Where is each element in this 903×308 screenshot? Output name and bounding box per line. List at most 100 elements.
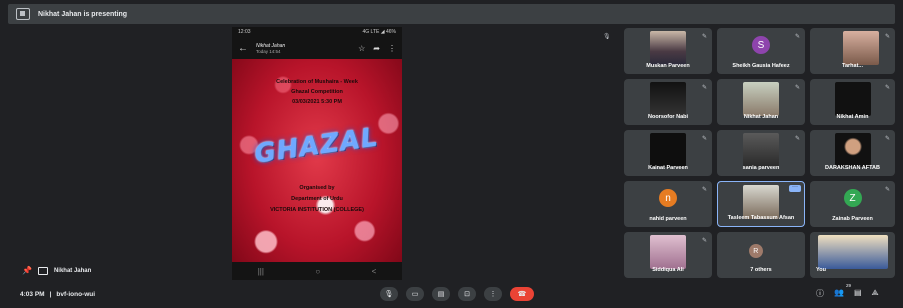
participant-tile[interactable]: ✎ DARAKSHAN AFTAB — [810, 130, 895, 176]
present-button[interactable]: ⊡ — [458, 287, 476, 301]
participant-name: Zainab Parveen — [832, 216, 873, 222]
poster-line-6: VICTORIA INSTITUTION (COLLEGE) — [270, 207, 364, 213]
participant-video — [743, 82, 779, 116]
meeting-code[interactable]: bvf-iono-wui — [56, 291, 95, 298]
mic-off-icon: ✎ — [794, 136, 800, 142]
recent-apps-icon: ||| — [257, 266, 264, 276]
participant-video — [834, 82, 871, 116]
mic-off-icon: ✎ — [701, 34, 707, 40]
side-panel-buttons: ⓘ 👥 ▤ ⟁ — [816, 288, 879, 299]
participant-tile[interactable]: ✎ sania parveen — [717, 130, 805, 176]
participant-name: Sheikh Gausia Hafeez — [732, 63, 790, 69]
mic-off-icon: ✎ — [884, 85, 890, 91]
participant-tile[interactable]: ✎ Kainat Parveen — [624, 130, 712, 176]
meet-window: Nikhat Jahan is presenting 12:03 4G LTE … — [0, 0, 903, 308]
camera-button[interactable]: ▭ — [406, 287, 424, 301]
chat-icon[interactable]: ▤ — [854, 288, 862, 299]
mic-icon: 🎙 — [384, 291, 394, 298]
participant-tile[interactable]: n ✎ nahid parveen — [624, 181, 712, 227]
participant-video — [743, 133, 779, 167]
mic-off-icon: ✎ — [884, 187, 890, 193]
participant-video — [650, 31, 686, 65]
mic-off-icon: ✎ — [701, 238, 707, 244]
participant-name: Muskan Parveen — [646, 63, 690, 69]
participant-name: Nikhat Amin — [836, 114, 869, 120]
info-icon[interactable]: ⓘ — [816, 288, 824, 299]
pin-icon[interactable]: 📌 — [22, 266, 32, 275]
people-icon[interactable]: 👥 — [834, 288, 844, 299]
camera-icon: ▭ — [411, 291, 419, 298]
poster-line-4: Organised by — [299, 185, 335, 191]
presenter-label: 📌 Nikhat Jahan — [22, 266, 91, 275]
more-options-icon[interactable]: ··· — [789, 184, 801, 192]
activities-icon[interactable]: ⟁ — [872, 288, 879, 299]
separator: | — [49, 291, 52, 298]
participant-tile[interactable]: ✎ Tarhat... — [810, 28, 895, 74]
others-tile[interactable]: R 7 others — [717, 232, 805, 278]
status-right: 4G LTE ◢ 46% — [362, 29, 397, 35]
mic-off-icon: ✎ — [701, 85, 707, 91]
poster-line-2: Ghazal Competition — [291, 89, 343, 95]
sender-date: Today 14:54 — [256, 48, 281, 54]
phone-nav-bar: ||| ○ < — [232, 262, 402, 280]
others-count: 7 others — [750, 267, 772, 273]
leave-call-button[interactable]: ☎ — [510, 287, 534, 301]
avatar: n — [659, 189, 677, 207]
presenting-text: Nikhat Jahan is presenting — [38, 10, 128, 18]
captions-icon: ▤ — [437, 291, 445, 298]
star-icon: ☆ — [358, 43, 366, 53]
poster-title: GHAZAL — [252, 122, 381, 170]
mic-off-icon: ✎ — [794, 34, 800, 40]
phone-app-bar: ← Nikhat Jahan Today 14:54 ☆ ➦ ⋮ — [232, 37, 402, 59]
participant-name: Tarhat... — [842, 63, 863, 69]
participant-name: You — [816, 267, 826, 273]
participant-tile[interactable]: ✎ Siddiqua Ali — [624, 232, 712, 278]
poster-line-1: Celebration of Mushaira - Week — [276, 79, 358, 85]
meeting-time: 4:03 PM — [20, 291, 45, 298]
mic-off-icon: 🎙 — [603, 34, 611, 40]
participant-video — [834, 133, 871, 167]
present-screen-icon — [16, 8, 30, 20]
screen-share-icon — [37, 266, 48, 275]
participant-video — [650, 82, 686, 116]
participant-video — [743, 185, 779, 219]
participant-name: Kainat Parveen — [648, 165, 688, 171]
participant-tile[interactable]: ✎ Nikhat Amin — [810, 79, 895, 125]
poster-line-3: 03/03/2021 5:30 PM — [292, 99, 342, 105]
microphone-button[interactable]: 🎙 — [380, 287, 398, 301]
phone-status-bar: 12:03 4G LTE ◢ 46% — [232, 27, 402, 37]
captions-button[interactable]: ▤ — [432, 287, 450, 301]
participant-tile[interactable]: S ✎ Sheikh Gausia Hafeez — [717, 28, 805, 74]
present-icon: ⊡ — [464, 291, 470, 298]
more-options-button[interactable]: ⋮ — [484, 287, 502, 301]
back-icon: < — [371, 266, 377, 276]
mic-off-icon: ✎ — [701, 187, 707, 193]
participant-tile[interactable]: ✎ Nikhat Jahan — [717, 79, 805, 125]
mic-off-icon: ✎ — [794, 85, 800, 91]
presenter-name: Nikhat Jahan — [53, 267, 92, 274]
participant-tile[interactable]: ✎ Noorsofor Nabi — [624, 79, 712, 125]
poster-image: Celebration of Mushaira - Week Ghazal Co… — [232, 59, 402, 274]
participant-tile[interactable]: ✎ Muskan Parveen — [624, 28, 712, 74]
self-tile[interactable]: You — [810, 232, 895, 278]
participant-name: Siddiqua Ali — [652, 267, 684, 273]
presenting-banner: Nikhat Jahan is presenting — [8, 4, 895, 24]
home-icon: ○ — [315, 266, 321, 276]
participant-name: Noorsofor Nabi — [647, 114, 689, 120]
share-icon: ➦ — [373, 43, 380, 53]
avatar-stack: R — [748, 244, 763, 258]
participant-name: Tasleem Tabassum Afsan — [727, 215, 795, 221]
participant-tile-active[interactable]: ··· Tasleem Tabassum Afsan — [717, 181, 805, 227]
avatar: S — [752, 36, 770, 54]
mic-off-icon: ✎ — [884, 34, 890, 40]
participant-tile[interactable]: Z ✎ Zainab Parveen — [810, 181, 895, 227]
participant-name: nahid parveen — [649, 216, 687, 222]
participant-video — [650, 235, 686, 269]
participant-name: sania parveen — [742, 165, 780, 171]
mic-off-icon: ✎ — [701, 136, 707, 142]
shared-screen: 12:03 4G LTE ◢ 46% ← Nikhat Jahan Today … — [232, 27, 402, 280]
meeting-info: 4:03 PM | bvf-iono-wui — [20, 291, 95, 298]
end-call-icon: ☎ — [517, 291, 527, 298]
status-time: 12:03 — [238, 29, 251, 35]
participant-video — [843, 31, 879, 65]
